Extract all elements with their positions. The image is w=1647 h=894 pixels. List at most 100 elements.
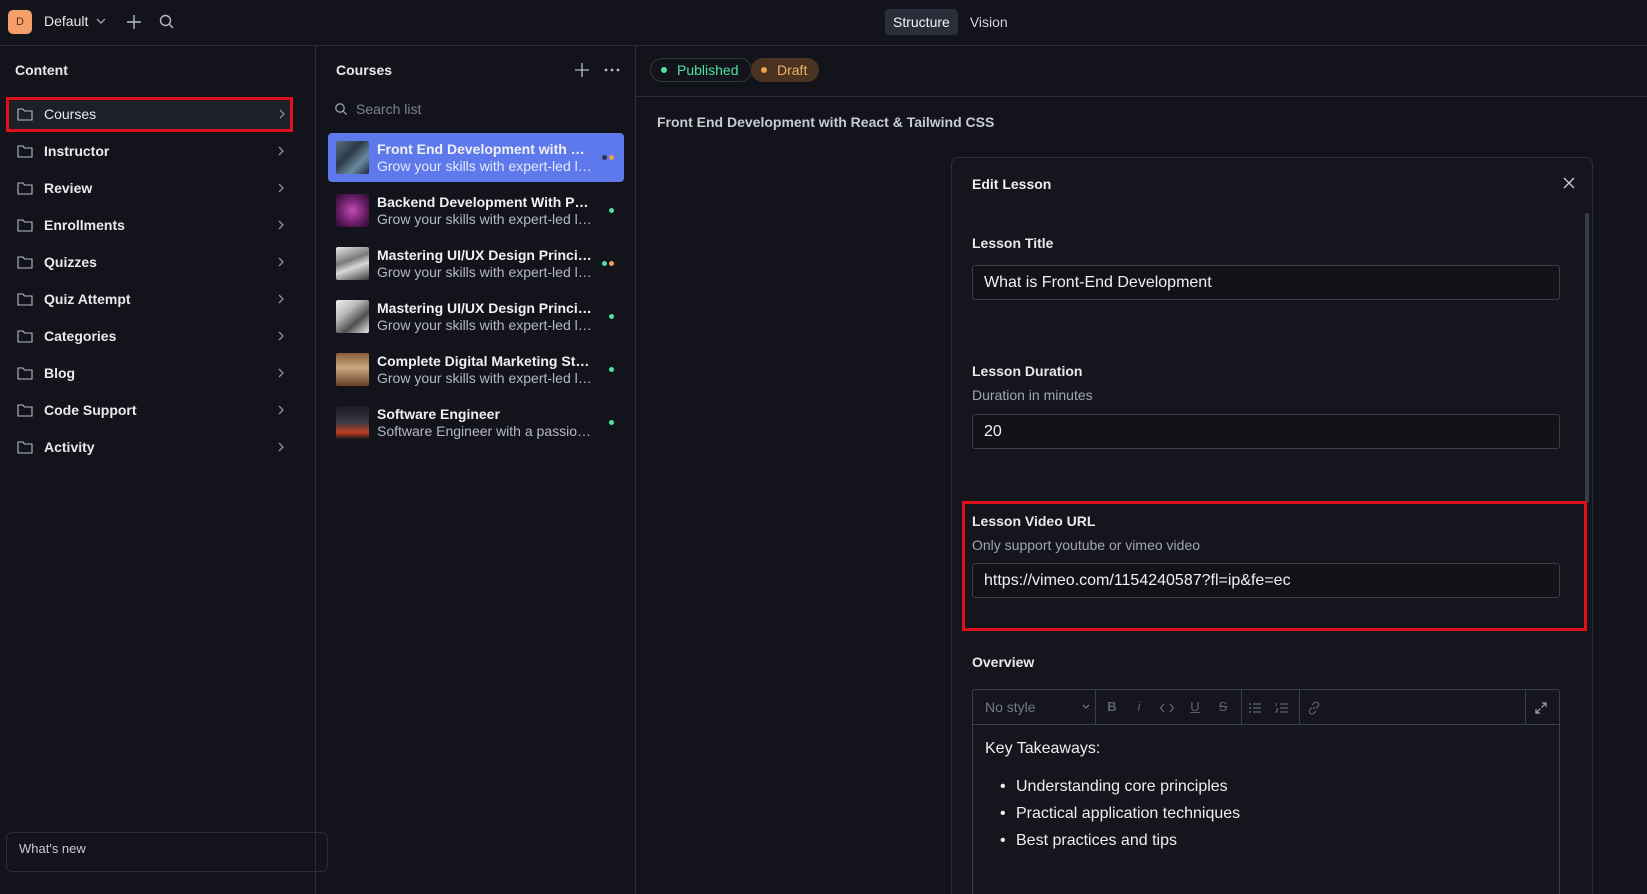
expand-icon[interactable] (1533, 700, 1549, 716)
lesson-duration-description: Duration in minutes (972, 387, 1093, 403)
workspace-name[interactable]: Default (44, 13, 88, 29)
tab-structure[interactable]: Structure (885, 9, 958, 35)
close-icon[interactable] (1562, 176, 1576, 190)
folder-icon (17, 219, 33, 232)
sidebar-item-categories[interactable]: Categories (6, 319, 302, 354)
workspace-avatar[interactable]: D (8, 10, 32, 34)
chevron-right-icon (279, 109, 285, 119)
courses-pane: Courses Front End Development with React… (316, 46, 636, 894)
sidebar-item-code-support[interactable]: Code Support (6, 393, 302, 428)
editor-toolbar: No style B i U S (973, 690, 1559, 725)
sidebar-item-instructor[interactable]: Instructor (6, 134, 302, 169)
status-indicator (609, 420, 614, 425)
status-indicator (609, 208, 614, 213)
list-item-course[interactable]: Software Engineer Software Engineer with… (328, 398, 624, 447)
sidebar-item-quiz-attempt[interactable]: Quiz Attempt (6, 282, 302, 317)
sidebar-item-label: Quiz Attempt (44, 291, 131, 307)
sidebar-item-review[interactable]: Review (6, 171, 302, 206)
document-pane: Published Draft Front End Development wi… (636, 46, 1647, 894)
content-pane: Content Courses Instructor Review Enroll… (0, 46, 316, 894)
course-thumbnail (336, 300, 369, 333)
sidebar-item-blog[interactable]: Blog (6, 356, 302, 391)
folder-icon (17, 404, 33, 417)
bold-button[interactable]: B (1104, 699, 1120, 714)
list-item-course[interactable]: Front End Development with React & Tailw… (328, 133, 624, 182)
plus-icon[interactable] (124, 12, 144, 32)
editor-content[interactable]: Key Takeaways: Understanding core princi… (985, 740, 1545, 859)
style-select[interactable]: No style (985, 699, 1036, 715)
sidebar-item-label: Activity (44, 439, 95, 455)
course-title: Front End Development with React & Tailw… (377, 141, 593, 157)
list-item-course[interactable]: Mastering UI/UX Design Principles Grow y… (328, 292, 624, 341)
italic-button[interactable]: i (1131, 699, 1147, 714)
status-indicator (602, 155, 614, 160)
document-header: Published Draft (636, 46, 1647, 97)
chevron-down-icon[interactable] (1081, 702, 1091, 712)
folder-icon (17, 367, 33, 380)
whats-new-button[interactable]: What's new (6, 832, 328, 872)
search-icon[interactable] (158, 13, 176, 31)
document-title: Front End Development with React & Tailw… (657, 114, 995, 130)
lesson-title-input[interactable] (972, 265, 1560, 300)
course-title: Backend Development With Python (377, 194, 593, 210)
chevron-right-icon (278, 220, 284, 230)
chevron-down-icon[interactable] (95, 14, 107, 28)
chevron-right-icon (278, 294, 284, 304)
course-title: Mastering UI/UX Design Principles (377, 300, 593, 316)
chevron-right-icon (278, 368, 284, 378)
sidebar-item-quizzes[interactable]: Quizzes (6, 245, 302, 280)
status-badge-draft[interactable]: Draft (751, 58, 820, 82)
sidebar-item-label: Quizzes (44, 254, 97, 270)
status-badge-published[interactable]: Published (650, 58, 752, 82)
course-thumbnail (336, 194, 369, 227)
folder-icon (17, 293, 33, 306)
status-indicator (609, 314, 614, 319)
sidebar-item-label: Blog (44, 365, 76, 381)
sidebar-item-activity[interactable]: Activity (6, 430, 302, 465)
course-subtitle: Software Engineer with a passion for bui… (377, 423, 593, 439)
course-thumbnail (336, 141, 369, 174)
mode-tabs: Structure Vision (885, 9, 1016, 35)
sidebar-item-label: Enrollments (44, 217, 125, 233)
sidebar-item-label: Code Support (44, 402, 137, 418)
list-item: Best practices and tips (985, 832, 1545, 859)
scrollbar[interactable] (1585, 213, 1589, 503)
chevron-right-icon (278, 257, 284, 267)
lesson-video-url-input[interactable] (972, 563, 1560, 598)
plus-icon[interactable] (574, 62, 590, 78)
overview-bullet-list: Understanding core principles Practical … (985, 778, 1545, 859)
bullet-list-icon[interactable] (1247, 700, 1263, 716)
more-icon[interactable] (603, 62, 621, 78)
course-subtitle: Grow your skills with expert-led learnin… (377, 370, 593, 386)
strikethrough-button[interactable]: S (1215, 699, 1231, 714)
sidebar-item-courses[interactable]: Courses (6, 97, 293, 132)
lesson-title-label: Lesson Title (972, 235, 1054, 251)
course-thumbnail (336, 353, 369, 386)
courses-pane-title: Courses (336, 62, 393, 78)
sidebar-item-enrollments[interactable]: Enrollments (6, 208, 302, 243)
list-item-course[interactable]: Complete Digital Marketing Strategy Grow… (328, 345, 624, 394)
link-icon[interactable] (1306, 700, 1322, 716)
course-subtitle: Grow your skills with expert-led learnin… (377, 158, 593, 174)
status-indicator (602, 261, 614, 266)
tab-vision[interactable]: Vision (962, 9, 1016, 35)
edit-lesson-dialog: Edit Lesson Lesson Title Lesson Duration… (951, 157, 1593, 894)
overview-editor[interactable]: No style B i U S Key Takeaways: Under (972, 689, 1560, 894)
course-subtitle: Grow your skills with expert-led learnin… (377, 211, 593, 227)
search-input[interactable] (356, 96, 616, 122)
sidebar-item-label: Courses (44, 106, 97, 122)
lesson-video-url-label: Lesson Video URL (972, 513, 1096, 529)
list-item-course[interactable]: Backend Development With Python Grow you… (328, 186, 624, 235)
lesson-duration-input[interactable] (972, 414, 1560, 449)
underline-button[interactable]: U (1187, 699, 1203, 714)
numbered-list-icon[interactable] (1274, 700, 1290, 716)
status-label: Draft (777, 62, 808, 78)
overview-label: Overview (972, 654, 1035, 670)
lesson-video-url-description: Only support youtube or vimeo video (972, 537, 1201, 553)
course-title: Software Engineer (377, 406, 500, 422)
folder-icon (17, 330, 33, 343)
list-item-course[interactable]: Mastering UI/UX Design Principles Grow y… (328, 239, 624, 288)
code-icon[interactable] (1159, 700, 1175, 716)
status-indicator (609, 367, 614, 372)
course-subtitle: Grow your skills with expert-led learnin… (377, 264, 593, 280)
